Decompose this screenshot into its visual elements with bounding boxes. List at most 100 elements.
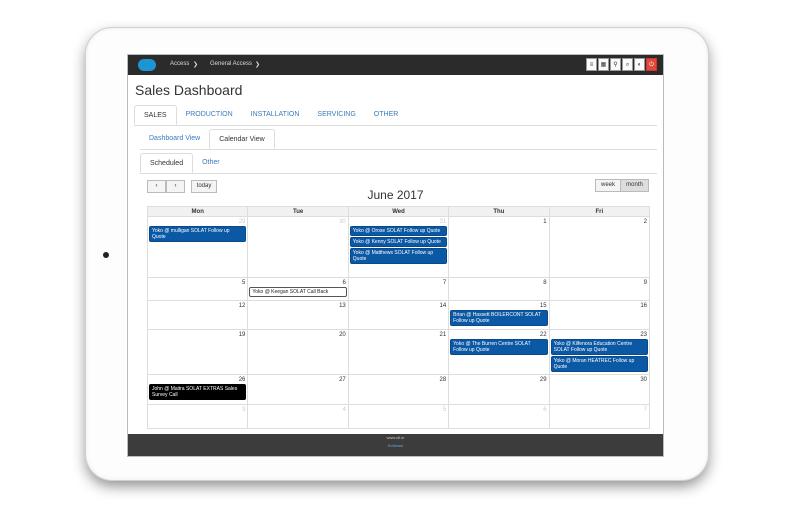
tab-scheduled[interactable]: Scheduled (140, 153, 194, 173)
day-cell[interactable]: 1 (448, 216, 550, 278)
view-tabs: Dashboard View Calendar View (140, 129, 657, 150)
day-cell[interactable]: 19 (146, 329, 249, 375)
day-cell[interactable]: 12 (146, 300, 249, 330)
day-number: 30 (640, 377, 647, 383)
day-cell[interactable]: 6 (448, 404, 550, 429)
day-cell[interactable]: 5 (347, 404, 450, 429)
day-number: 23 (640, 332, 647, 338)
day-number: 4 (342, 407, 346, 413)
pin-icon[interactable]: ⚲ (610, 58, 621, 71)
tab-calendar-view[interactable]: Calendar View (209, 129, 275, 149)
day-number: 5 (442, 407, 447, 413)
weekday-header: Thu (448, 206, 550, 217)
day-cell[interactable]: 14 (347, 300, 450, 330)
day-cell[interactable]: 8 (448, 277, 550, 301)
day-number: 5 (242, 280, 246, 286)
chevron-right-icon: ❯ (193, 62, 199, 68)
day-cell[interactable]: 16 (548, 300, 651, 330)
day-cell[interactable]: 27 (247, 374, 349, 405)
day-number: 28 (439, 377, 447, 383)
breadcrumb-access[interactable]: Access (170, 61, 189, 67)
home-button (103, 252, 109, 258)
day-cell[interactable]: 30 (247, 216, 349, 278)
day-cell[interactable]: 22 Yoko @ The Burren Centre SOLAT Follow… (448, 329, 550, 375)
calendar-event[interactable]: Yoko @ The Burren Centre SOLAT Follow up… (450, 339, 548, 355)
grid-icon[interactable]: ▦ (598, 58, 609, 71)
day-cell[interactable]: 13 (247, 300, 349, 330)
contrast-icon[interactable]: ◐ (634, 58, 645, 71)
weekday-header: Tue (247, 206, 349, 217)
day-number: 29 (238, 219, 246, 225)
day-cell[interactable]: 21 (347, 329, 450, 375)
calendar-event[interactable]: Yoko @ Moran HEATREC Follow up Quote (550, 356, 648, 372)
footer-site[interactable]: www.ctl.ie (128, 434, 663, 442)
weekday-header: Wed (347, 206, 450, 217)
day-number: 7 (643, 407, 647, 413)
day-cell[interactable]: 20 (247, 329, 349, 375)
calendar-event[interactable]: Yoko @ Keegan SOLAT Call Back (249, 287, 347, 297)
day-cell[interactable]: 7 (548, 404, 651, 429)
calendar-event[interactable]: John @ Maitra SOLAT EXTRAS Sales Survey … (149, 384, 247, 400)
day-number: 29 (539, 377, 547, 383)
day-number: 19 (238, 332, 246, 338)
day-cell[interactable]: 29 Yoko @ mulligan SOLAT Follow up Quote (146, 216, 249, 278)
chevron-right-icon: ❯ (255, 62, 261, 68)
top-nav-bar: Access ❯ General Access ❯ ≡ ▦ ⚲ ⌕ ◐ ⏻ (128, 55, 663, 75)
day-number: 9 (643, 280, 647, 286)
day-cell[interactable]: 31 Yoko @ Orose SOLAT Follow up Quote Yo… (347, 216, 450, 278)
day-cell[interactable]: 3 (146, 404, 249, 429)
calendar-event[interactable]: Yoko @ mulligan SOLAT Follow up Quote (149, 226, 247, 242)
tab-sales[interactable]: SALES (134, 105, 177, 125)
day-number: 8 (543, 280, 547, 286)
day-cell[interactable]: 2 (548, 216, 651, 278)
day-number: 26 (238, 377, 246, 383)
day-cell[interactable]: 7 (347, 277, 450, 301)
day-cell[interactable]: 30 (548, 374, 651, 405)
day-number: 12 (238, 303, 246, 309)
day-cell[interactable]: 26 John @ Maitra SOLAT EXTRAS Sales Surv… (146, 374, 249, 405)
calendar-event[interactable]: Brian @ Hassett BOILERCONT SOLAT Follow … (450, 310, 548, 326)
week-row: 3 4 5 6 7 (146, 404, 651, 429)
schedule-tabs: Scheduled Other (140, 153, 657, 174)
page-title: Sales Dashboard (135, 82, 243, 98)
tab-servicing[interactable]: SERVICING (308, 105, 364, 125)
search-icon[interactable]: ⌕ (622, 58, 633, 71)
calendar-event[interactable]: Yoko @ Matthews SOLAT Follow up Quote (349, 248, 448, 264)
breadcrumb-general-access[interactable]: General Access (210, 61, 252, 67)
page-footer: www.ctl.ie Software (128, 434, 663, 456)
day-number: 13 (339, 303, 346, 309)
calendar-event[interactable]: Yoko @ Kenny SOLAT Follow up Quote (349, 237, 448, 247)
tab-installation[interactable]: INSTALLATION (242, 105, 309, 125)
calendar-event[interactable]: Yoko @ Kilfenora Education Centre SOLAT … (550, 339, 648, 355)
week-row: 19 20 21 22 Yoko @ The Burren Centre SOL… (146, 329, 651, 375)
day-cell[interactable]: 23 Yoko @ Kilfenora Education Centre SOL… (548, 329, 651, 375)
day-number: 7 (442, 280, 447, 286)
day-number: 6 (342, 280, 346, 286)
day-cell[interactable]: 15 Brian @ Hassett BOILERCONT SOLAT Foll… (448, 300, 550, 330)
day-number: 6 (543, 407, 547, 413)
day-number: 2 (643, 219, 647, 225)
tab-production[interactable]: PRODUCTION (177, 105, 242, 125)
day-cell[interactable]: 9 (548, 277, 651, 301)
list-icon[interactable]: ≡ (586, 58, 597, 71)
week-row: 29 Yoko @ mulligan SOLAT Follow up Quote… (146, 216, 651, 278)
day-cell[interactable]: 28 (347, 374, 450, 405)
salesforce-logo-icon[interactable] (138, 59, 156, 71)
day-number: 21 (439, 332, 447, 338)
tab-other-schedule[interactable]: Other (193, 153, 229, 173)
calendar-title: June 2017 (367, 188, 424, 202)
day-number: 27 (339, 377, 346, 383)
day-cell[interactable]: 6 Yoko @ Keegan SOLAT Call Back (247, 277, 349, 301)
tab-other[interactable]: OTHER (365, 105, 408, 125)
tab-dashboard-view[interactable]: Dashboard View (140, 129, 209, 149)
power-icon[interactable]: ⏻ (646, 58, 657, 71)
day-number: 14 (439, 303, 447, 309)
day-number: 16 (640, 303, 647, 309)
weekday-header: Fri (548, 206, 651, 217)
day-cell[interactable]: 5 (146, 277, 249, 301)
footer-software[interactable]: Software (128, 442, 663, 450)
day-cell[interactable]: 29 (448, 374, 550, 405)
day-number: 30 (339, 219, 346, 225)
calendar-event[interactable]: Yoko @ Orose SOLAT Follow up Quote (349, 226, 448, 236)
day-cell[interactable]: 4 (247, 404, 349, 429)
